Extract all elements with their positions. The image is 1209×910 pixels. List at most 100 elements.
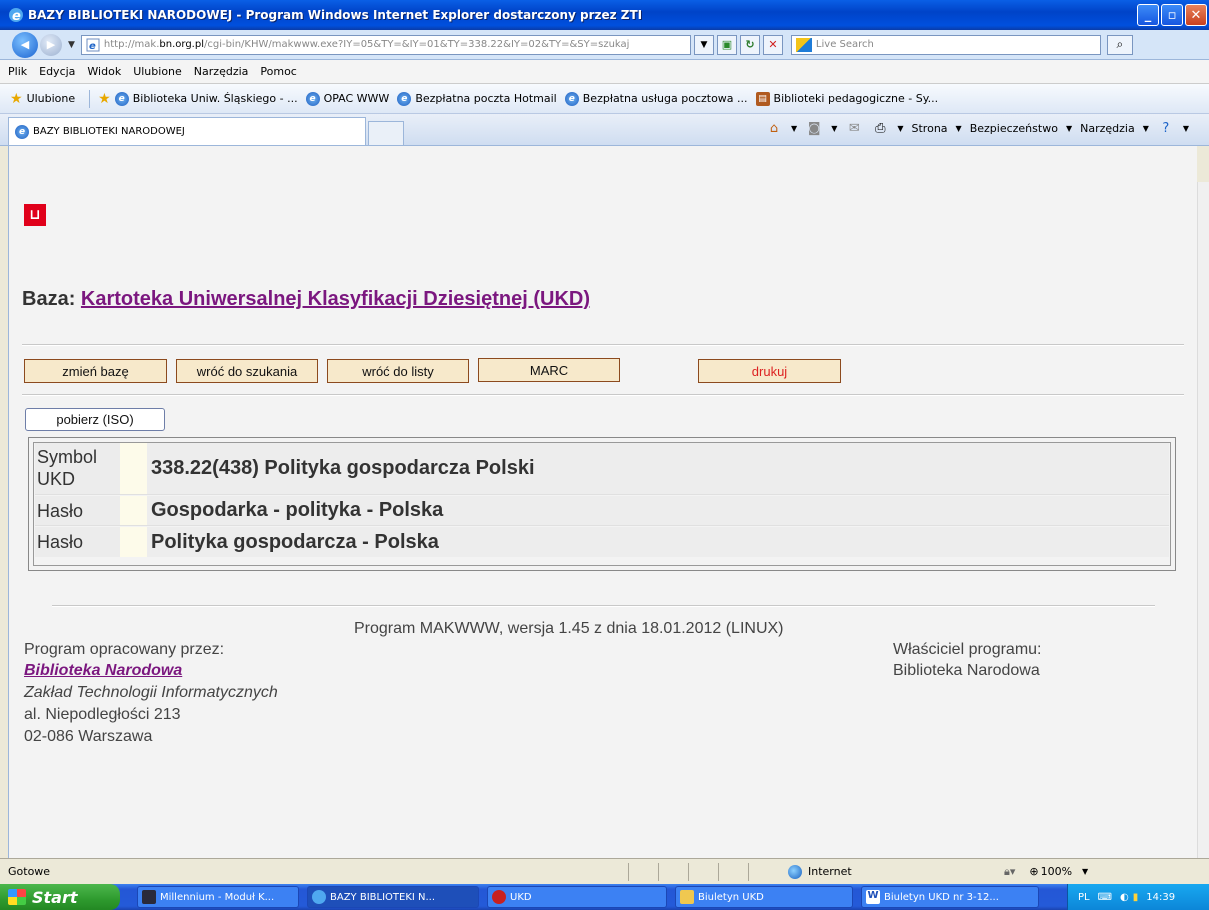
minimize-button[interactable]: _ — [1137, 4, 1159, 26]
folder-icon — [680, 890, 694, 904]
keyboard-icon[interactable]: ⌨ — [1098, 892, 1112, 903]
table-row: Hasło Gospodarka - polityka - Polska — [35, 496, 1169, 526]
menu-widok[interactable]: Widok — [87, 65, 121, 78]
favorite-item-2[interactable]: e OPAC WWW — [305, 91, 389, 106]
address-line-2: 02-086 Warszawa — [24, 728, 153, 745]
history-dropdown-icon[interactable]: ▼ — [68, 40, 75, 50]
taskbar-item-ukd[interactable]: UKD — [487, 886, 667, 908]
compatibility-icon[interactable]: ▣ — [716, 34, 737, 55]
menu-strona[interactable]: Strona — [912, 122, 948, 135]
back-button[interactable]: ◀ — [12, 31, 38, 58]
database-link[interactable]: Kartoteka Uniwersalnej Klasyfikacji Dzie… — [81, 288, 590, 310]
ie-page-icon: e — [15, 124, 29, 139]
menu-narzedzia[interactable]: Narzędzia — [194, 65, 249, 78]
start-button[interactable]: Start — [0, 884, 120, 910]
close-button[interactable]: ✕ — [1185, 4, 1207, 26]
divider — [22, 394, 1184, 396]
database-heading: Baza: Kartoteka Uniwersalnej Klasyfikacj… — [22, 288, 590, 311]
zone-text: Internet — [808, 865, 852, 878]
menu-narzedzia-cmd[interactable]: Narzędzia — [1080, 122, 1135, 135]
zoom-level[interactable]: 100% — [1041, 865, 1072, 878]
favorite-item-1[interactable]: e Biblioteka Uniw. Śląskiego - ... — [114, 91, 298, 106]
add-favorite-icon[interactable]: ★ — [98, 91, 111, 107]
separator — [89, 89, 91, 108]
protected-mode-icon[interactable]: 🔒︎▾ — [1004, 865, 1015, 879]
taskbar-item-bazy[interactable]: BAZY BIBLIOTEKI N... — [307, 886, 479, 908]
favorite-label: Bezpłatna poczta Hotmail — [415, 92, 557, 105]
favorite-item-5[interactable]: ▤ Biblioteki pedagogiczne - Sy... — [755, 91, 938, 106]
dropdown-icon[interactable]: ▼ — [956, 124, 962, 133]
url-host: bn.org.pl — [159, 39, 204, 50]
taskbar-item-word[interactable]: W Biuletyn UKD nr 3-12... — [861, 886, 1039, 908]
forward-button[interactable]: ▶ — [40, 33, 62, 56]
menu-plik[interactable]: Plik — [8, 65, 27, 78]
url-rest: /cgi-bin/KHW/makwww.exe?IY=05&TY=&IY=01&… — [203, 39, 630, 50]
dropdown-icon[interactable]: ▼ — [791, 124, 797, 133]
vertical-scrollbar[interactable] — [1197, 182, 1209, 858]
dropdown-icon[interactable]: ▼ — [1066, 124, 1072, 133]
language-indicator[interactable]: PL — [1078, 892, 1090, 903]
clock: 14:39 — [1146, 891, 1176, 903]
favorite-label: Bezpłatna usługa pocztowa ... — [582, 92, 748, 105]
refresh-icon[interactable]: ↻ — [739, 34, 760, 55]
feeds-icon[interactable]: ◙ — [805, 120, 823, 136]
back-to-list-button[interactable]: wróć do listy — [327, 359, 469, 383]
app-icon — [142, 890, 156, 904]
department-text: Zakład Technologii Informatycznych — [24, 684, 278, 701]
field-value: Polityka gospodarcza - Polska — [147, 527, 1169, 557]
menu-edycja[interactable]: Edycja — [39, 65, 75, 78]
favorite-item-3[interactable]: e Bezpłatna poczta Hotmail — [397, 91, 557, 106]
mail-icon[interactable]: ✉ — [845, 120, 863, 136]
app-icon — [492, 890, 506, 904]
dropdown-icon[interactable]: ▼ — [897, 124, 903, 133]
zoom-icon[interactable]: ⊕ — [1029, 865, 1038, 878]
divider — [52, 605, 1155, 607]
zoom-dropdown-icon[interactable]: ▼ — [1082, 867, 1088, 876]
favorites-button[interactable]: ★ Ulubione — [0, 91, 75, 107]
dropdown-icon[interactable]: ▼ — [1183, 124, 1189, 133]
task-label: BAZY BIBLIOTEKI N... — [330, 891, 436, 903]
new-tab-button[interactable] — [368, 121, 404, 145]
window-title-bar[interactable]: e BAZY BIBLIOTEKI NARODOWEJ - Program Wi… — [0, 0, 1209, 30]
field-label: Hasło — [35, 527, 120, 557]
network-icon[interactable]: ◐ — [1120, 892, 1129, 903]
menu-ulubione[interactable]: Ulubione — [133, 65, 182, 78]
address-toolbar: ◀ ▶ ▼ e http://mak. bn.org.pl/cgi-bin/KHW… — [0, 30, 1209, 60]
ie-page-icon: e — [564, 91, 579, 106]
page-icon: e — [86, 38, 100, 52]
back-to-search-button[interactable]: wróć do szukania — [176, 359, 318, 383]
taskbar-item-folder[interactable]: Biuletyn UKD — [675, 886, 853, 908]
maximize-button[interactable]: ▫ — [1161, 4, 1183, 26]
security-icon[interactable]: ▮ — [1133, 892, 1139, 903]
marc-button[interactable]: MARC — [478, 358, 620, 382]
svg-text:e: e — [89, 41, 96, 52]
search-input[interactable]: Live Search — [790, 34, 1101, 55]
change-database-button[interactable]: zmień bazę — [24, 359, 167, 383]
tab-bazy[interactable]: e BAZY BIBLIOTEKI NARODOWEJ — [8, 117, 366, 145]
record-table: Symbol UKD 338.22(438) Polityka gospodar… — [28, 437, 1176, 571]
print-button[interactable]: drukuj — [698, 359, 841, 383]
divider — [22, 344, 1184, 346]
owner-name: Biblioteka Narodowa — [893, 662, 1040, 679]
table-row: Hasło Polityka gospodarcza - Polska — [35, 527, 1169, 557]
address-dropdown-button[interactable]: ▼ — [693, 34, 714, 55]
taskbar-item-millennium[interactable]: Millennium - Moduł K... — [137, 886, 299, 908]
help-icon[interactable]: ? — [1157, 120, 1175, 136]
download-iso-button[interactable]: pobierz (ISO) — [25, 408, 165, 431]
bn-link[interactable]: Biblioteka Narodowa — [24, 662, 182, 680]
search-icon[interactable]: ⌕ — [1106, 34, 1133, 55]
favorites-label: Ulubione — [26, 92, 76, 105]
favorite-item-4[interactable]: e Bezpłatna usługa pocztowa ... — [564, 91, 748, 106]
status-cell — [718, 862, 748, 881]
menu-bezpieczenstwo[interactable]: Bezpieczeństwo — [970, 122, 1058, 135]
word-icon: W — [866, 890, 880, 904]
print-icon[interactable]: ⎙ — [871, 120, 889, 136]
menu-pomoc[interactable]: Pomoc — [260, 65, 296, 78]
dropdown-icon[interactable]: ▼ — [1143, 124, 1149, 133]
home-icon[interactable]: ⌂ — [765, 120, 783, 136]
address-input[interactable]: e http://mak. bn.org.pl/cgi-bin/KHW/makww… — [80, 34, 691, 55]
menu-bar: Plik Edycja Widok Ulubione Narzędzia Pom… — [0, 60, 1209, 84]
windows-logo-icon — [8, 889, 26, 905]
stop-icon[interactable]: ✕ — [762, 34, 783, 55]
dropdown-icon[interactable]: ▼ — [831, 124, 837, 133]
